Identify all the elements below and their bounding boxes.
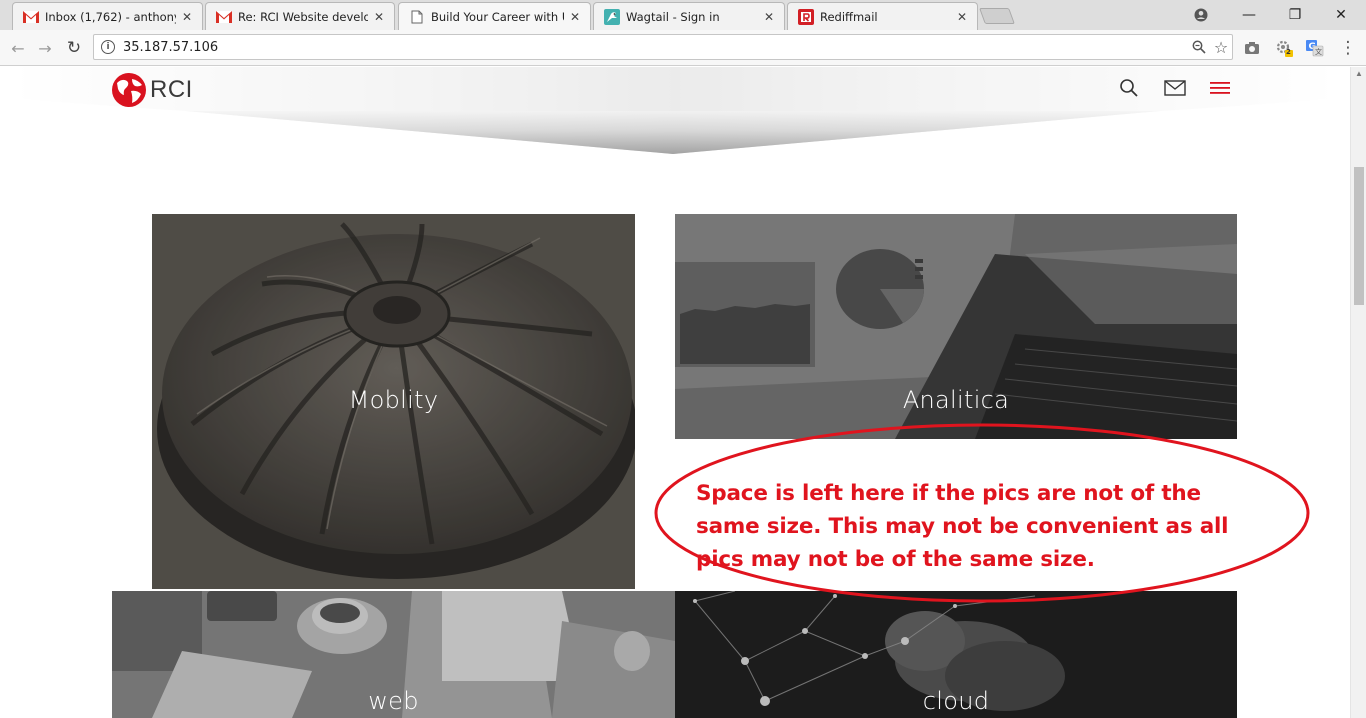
address-url[interactable]: 35.187.57.106: [123, 40, 1188, 55]
scroll-up-arrow[interactable]: ▲: [1351, 67, 1366, 81]
tab-title: Inbox (1,762) - anthonyat: [45, 9, 176, 24]
minimize-button[interactable]: —: [1226, 0, 1272, 30]
tab-wagtail[interactable]: Wagtail - Sign in ✕: [593, 2, 785, 30]
hamburger-menu-icon[interactable]: [1207, 77, 1233, 99]
page-scrollbar[interactable]: ▲: [1350, 67, 1366, 718]
reload-button[interactable]: ↻: [62, 36, 86, 60]
tab-title: Rediffmail: [820, 9, 878, 24]
restore-button[interactable]: ❐: [1272, 0, 1318, 30]
camera-extension-icon[interactable]: [1241, 37, 1263, 59]
tab-title: Build Your Career with Us: [431, 9, 564, 24]
tile-analytics[interactable]: Analitica: [675, 214, 1237, 439]
extension-badge: 2: [1286, 48, 1291, 56]
tile-mobility[interactable]: Moblity: [152, 214, 635, 589]
tile-label: Analitica: [902, 386, 1010, 414]
search-icon[interactable]: [1116, 77, 1142, 99]
zoom-icon[interactable]: [1188, 36, 1210, 58]
tab-title: Wagtail - Sign in: [626, 9, 720, 24]
tab-close-icon[interactable]: ✕: [762, 10, 776, 24]
rci-logo[interactable]: RCI: [111, 72, 193, 108]
logo-text: RCI: [150, 76, 193, 103]
wagtail-icon: [604, 8, 620, 25]
page-icon: [409, 9, 425, 25]
scrollbar-thumb[interactable]: [1354, 167, 1364, 305]
translate-extension-icon[interactable]: G文: [1304, 37, 1326, 59]
new-tab-button[interactable]: [979, 8, 1015, 24]
header-chevron-banner: [0, 67, 1350, 154]
profile-icon[interactable]: [1178, 0, 1224, 30]
rediff-icon: [798, 8, 814, 25]
tab-inbox[interactable]: Inbox (1,762) - anthonyat ✕: [12, 2, 203, 30]
annotation-text: Space is left here if the pics are not o…: [696, 481, 1229, 572]
gmail-icon: [216, 9, 232, 25]
tab-close-icon[interactable]: ✕: [568, 10, 582, 24]
tile-cloud[interactable]: cloud: [675, 591, 1237, 718]
tile-web[interactable]: web: [112, 591, 675, 718]
tab-close-icon[interactable]: ✕: [955, 10, 969, 24]
tile-label: cloud: [922, 687, 990, 715]
browser-toolbar: ← → ↻ i 35.187.57.106 ☆ 2 G文 ⋮: [0, 30, 1366, 66]
gmail-icon: [23, 9, 39, 25]
tab-title: Re: RCI Website developm: [238, 9, 368, 24]
forward-button[interactable]: →: [33, 36, 57, 60]
back-button[interactable]: ←: [6, 36, 30, 60]
tab-close-icon[interactable]: ✕: [372, 10, 386, 24]
browser-tab-strip: Inbox (1,762) - anthonyat ✕ Re: RCI Webs…: [0, 0, 1366, 30]
site-info-icon[interactable]: i: [101, 40, 115, 54]
tab-rediffmail[interactable]: Rediffmail ✕: [787, 2, 978, 30]
address-bar[interactable]: i 35.187.57.106 ☆: [93, 34, 1233, 60]
bookmark-star-icon[interactable]: ☆: [1210, 36, 1232, 58]
tile-label: Moblity: [348, 386, 439, 414]
settings-extension-icon[interactable]: 2: [1273, 37, 1295, 59]
globe-logo-icon: [112, 73, 146, 107]
tile-label: web: [368, 687, 419, 715]
page-viewport: RCI Moblity Analitica web cloud Space is…: [0, 67, 1350, 718]
tab-rci-website[interactable]: Re: RCI Website developm ✕: [205, 2, 395, 30]
svg-text:文: 文: [1315, 47, 1322, 56]
close-window-button[interactable]: ✕: [1318, 0, 1364, 30]
tab-build-career[interactable]: Build Your Career with Us ✕: [398, 2, 591, 30]
mail-icon[interactable]: [1162, 77, 1188, 99]
tab-close-icon[interactable]: ✕: [180, 10, 194, 24]
browser-menu-icon[interactable]: ⋮: [1337, 37, 1359, 59]
